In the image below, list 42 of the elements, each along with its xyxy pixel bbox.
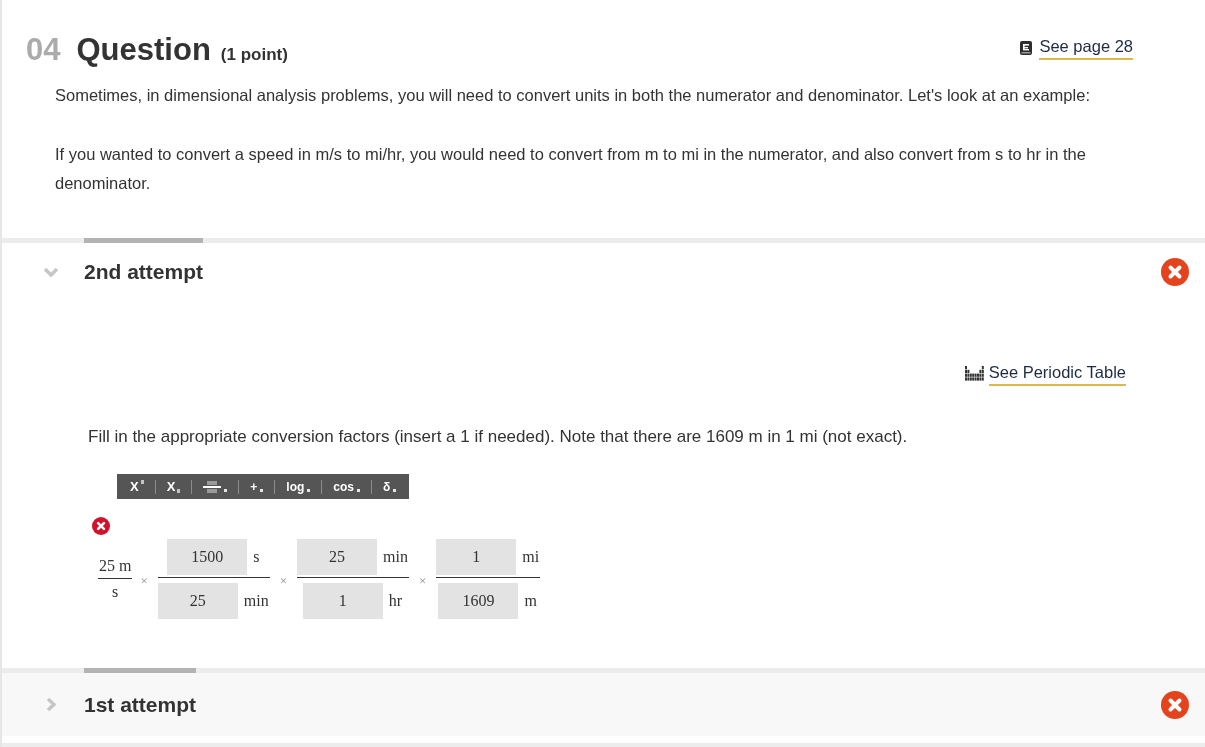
question-number: 04: [26, 31, 61, 69]
toolbar-menu-button[interactable]: log: [275, 474, 322, 499]
unit-label: min: [383, 548, 409, 566]
fraction-line: [98, 578, 133, 579]
toolbar-menu-button[interactable]: δ: [372, 474, 408, 499]
page-reference-link[interactable]: See page 28: [1039, 35, 1133, 60]
fraction-icon: [203, 480, 222, 493]
book-icon: [1020, 40, 1033, 55]
slot-icon: [177, 489, 181, 493]
attempt-label: 2nd attempt: [84, 260, 203, 284]
unit-label: mi: [522, 548, 541, 566]
instruction-text: Fill in the appropriate conversion factors (insert a 1 if needed). Note that there are 1609 m in 1 mi (not exact).: [88, 426, 908, 448]
times-sign: ×: [279, 573, 288, 589]
unit-label: min: [243, 592, 270, 610]
answer-field[interactable]: 25: [297, 539, 378, 575]
chevron-right-icon[interactable]: [46, 697, 56, 712]
times-sign: ×: [418, 573, 427, 589]
chevron-down-icon[interactable]: [43, 267, 59, 277]
question-paragraph: Sometimes, in dimensional analysis problems, you will need to convert units in both the numerator and denominator. Let's look at an example:: [55, 85, 1091, 106]
periodic-table-link[interactable]: See Periodic Table: [988, 361, 1126, 386]
slot-icon: [140, 480, 144, 484]
toolbar-menu-button[interactable]: cos: [322, 474, 372, 499]
given-denominator: s: [111, 582, 120, 602]
answer-field[interactable]: 1: [436, 539, 517, 575]
points-label: (1 point): [220, 45, 288, 65]
superscript-button[interactable]: X: [119, 474, 155, 499]
answer-field[interactable]: 1609: [438, 583, 519, 619]
unit-label: s: [253, 548, 261, 566]
attempt-header[interactable]: 1st attempt: [2, 668, 1205, 736]
question-paragraph: If you wanted to convert a speed in m/s to mi/hr, you would need to convert from m to mi in the numerator, and also convert from s to hr in the denominator.: [55, 144, 1087, 194]
times-sign: ×: [140, 573, 148, 589]
answer-field[interactable]: 25: [157, 583, 238, 619]
unit-label: m: [524, 592, 538, 610]
given-numerator: 25 m: [98, 556, 133, 576]
toolbar-menu-button[interactable]: +: [239, 474, 275, 499]
answer-field[interactable]: 1500: [167, 539, 248, 575]
subscript-button[interactable]: X: [155, 474, 192, 499]
attempt-label: 1st attempt: [84, 692, 197, 717]
table-grid-icon: [964, 366, 984, 381]
answer-field[interactable]: 1: [302, 583, 383, 619]
unit-label: hr: [388, 592, 404, 610]
question-title: Question: [76, 31, 211, 69]
